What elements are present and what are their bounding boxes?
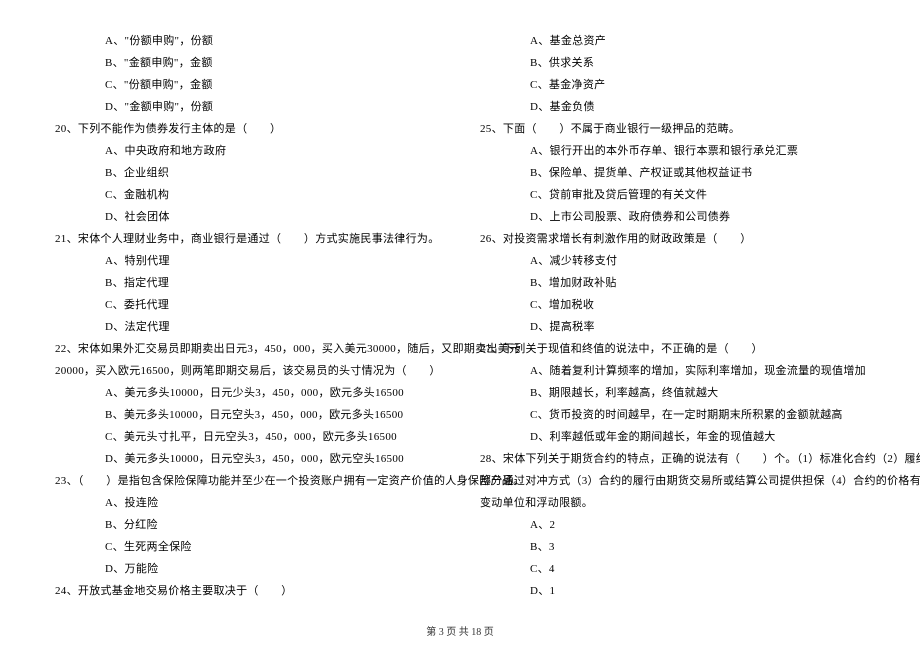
- answer-option: D、提高税率: [480, 316, 885, 338]
- question-text: 20000，买入欧元16500，则两笔即期交易后，该交易员的头寸情况为（ ）: [55, 360, 440, 382]
- answer-option: A、中央政府和地方政府: [55, 140, 440, 162]
- answer-option: B、企业组织: [55, 162, 440, 184]
- answer-option: C、贷前审批及贷后管理的有关文件: [480, 184, 885, 206]
- question-text: 22、宋体如果外汇交易员即期卖出日元3，450，000，买入美元30000，随后…: [55, 338, 440, 360]
- answer-option: A、特别代理: [55, 250, 440, 272]
- answer-option: A、"份额申购"，份额: [55, 30, 440, 52]
- answer-option: D、"金额申购"，份额: [55, 96, 440, 118]
- answer-option: C、基金净资产: [480, 74, 885, 96]
- question-text: 27、下列关于现值和终值的说法中，不正确的是（ ）: [480, 338, 885, 360]
- answer-option: B、增加财政补贴: [480, 272, 885, 294]
- question-text: 23、（ ）是指包含保险保障功能并至少在一个投资账户拥有一定资产价值的人身保险产…: [55, 470, 440, 492]
- answer-option: A、投连险: [55, 492, 440, 514]
- answer-option: C、"份额申购"，金额: [55, 74, 440, 96]
- question-text: 21、宋体个人理财业务中，商业银行是通过（ ）方式实施民事法律行为。: [55, 228, 440, 250]
- answer-option: D、美元多头10000，日元空头3，450，000，欧元空头16500: [55, 448, 440, 470]
- answer-option: C、增加税收: [480, 294, 885, 316]
- answer-option: B、指定代理: [55, 272, 440, 294]
- answer-option: B、保险单、提货单、产权证或其他权益证书: [480, 162, 885, 184]
- question-text: 24、开放式基金地交易价格主要取决于（ ）: [55, 580, 440, 602]
- answer-option: C、货币投资的时间越早，在一定时期期末所积累的金额就越高: [480, 404, 885, 426]
- answer-option: A、基金总资产: [480, 30, 885, 52]
- answer-option: B、期限越长，利率越高，终值就越大: [480, 382, 885, 404]
- answer-option: D、法定代理: [55, 316, 440, 338]
- answer-option: B、3: [480, 536, 885, 558]
- answer-option: B、美元多头10000，日元空头3，450，000，欧元多头16500: [55, 404, 440, 426]
- answer-option: A、随着复利计算频率的增加，实际利率增加，现金流量的现值增加: [480, 360, 885, 382]
- answer-option: D、利率越低或年金的期间越长，年金的现值越大: [480, 426, 885, 448]
- answer-option: D、1: [480, 580, 885, 602]
- answer-option: B、分红险: [55, 514, 440, 536]
- answer-option: B、"金额申购"，金额: [55, 52, 440, 74]
- page-footer: 第 3 页 共 18 页: [0, 623, 920, 638]
- question-text: 部分通过对冲方式（3）合约的履行由期货交易所或结算公司提供担保（4）合约的价格有…: [480, 470, 885, 492]
- answer-option: A、美元多头10000，日元少头3，450，000，欧元多头16500: [55, 382, 440, 404]
- question-text: 变动单位和浮动限额。: [480, 492, 885, 514]
- document-page: A、"份额申购"，份额B、"金额申购"，金额C、"份额申购"，金额D、"金额申购…: [0, 0, 920, 650]
- answer-option: C、4: [480, 558, 885, 580]
- answer-option: C、生死两全保险: [55, 536, 440, 558]
- answer-option: D、基金负债: [480, 96, 885, 118]
- answer-option: A、减少转移支付: [480, 250, 885, 272]
- question-text: 20、下列不能作为债券发行主体的是（ ）: [55, 118, 440, 140]
- right-column: A、基金总资产B、供求关系C、基金净资产D、基金负债25、下面（ ）不属于商业银…: [470, 30, 885, 620]
- answer-option: C、金融机构: [55, 184, 440, 206]
- answer-option: C、委托代理: [55, 294, 440, 316]
- question-text: 28、宋体下列关于期货合约的特点，正确的说法有（ ）个。（1）标准化合约（2）履…: [480, 448, 885, 470]
- answer-option: C、美元头寸扎平，日元空头3，450，000，欧元多头16500: [55, 426, 440, 448]
- answer-option: D、万能险: [55, 558, 440, 580]
- left-column: A、"份额申购"，份额B、"金额申购"，金额C、"份额申购"，金额D、"金额申购…: [55, 30, 470, 620]
- answer-option: D、社会团体: [55, 206, 440, 228]
- question-text: 25、下面（ ）不属于商业银行一级押品的范畴。: [480, 118, 885, 140]
- answer-option: A、2: [480, 514, 885, 536]
- answer-option: A、银行开出的本外币存单、银行本票和银行承兑汇票: [480, 140, 885, 162]
- answer-option: B、供求关系: [480, 52, 885, 74]
- answer-option: D、上市公司股票、政府债券和公司债券: [480, 206, 885, 228]
- question-text: 26、对投资需求增长有刺激作用的财政政策是（ ）: [480, 228, 885, 250]
